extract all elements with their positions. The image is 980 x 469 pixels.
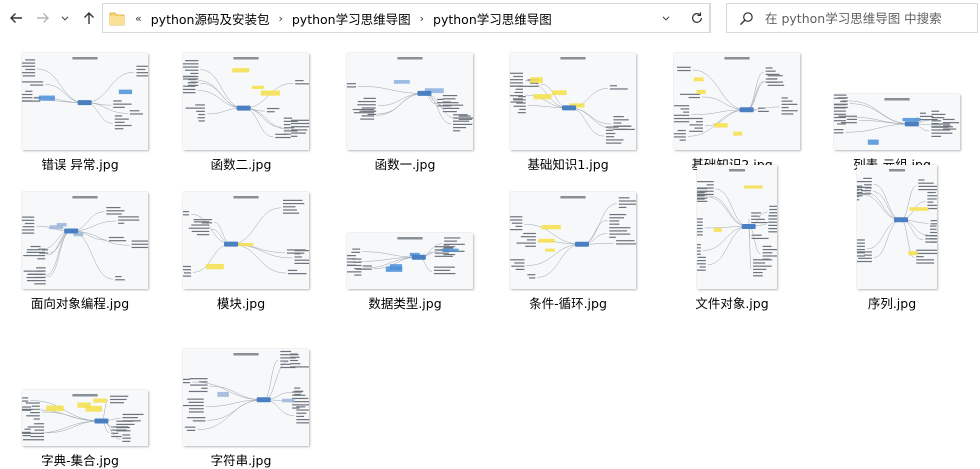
back-arrow-icon	[10, 13, 22, 23]
forward-button[interactable]	[33, 8, 53, 28]
recent-locations-button[interactable]	[58, 8, 72, 28]
explorer-address-bar: « python源码及安装包 › python学习思维导图 › python学习…	[0, 0, 980, 36]
chevron-down-icon	[61, 16, 69, 21]
mindmap-preview	[857, 169, 937, 264]
file-list: 错误 异常.jpg函数二.jpg函数一.jpg基础知识1.jpg基础知识2.jp…	[0, 36, 980, 469]
mindmap-preview	[347, 57, 473, 132]
file-thumbnail[interactable]	[22, 192, 148, 289]
file-name[interactable]: 面向对象编程.jpg	[5, 293, 155, 312]
breadcrumb-item-python-source[interactable]: python源码及安装包	[147, 9, 274, 28]
mindmap-preview	[347, 237, 465, 276]
file-name[interactable]: 字符串.jpg	[166, 450, 316, 469]
file-item[interactable]: 基础知识1.jpg	[493, 40, 643, 190]
search-box[interactable]	[726, 3, 978, 33]
file-thumbnail[interactable]	[510, 53, 636, 150]
search-input[interactable]	[765, 8, 970, 28]
mindmap-preview	[834, 94, 960, 145]
mindmap-preview	[510, 57, 635, 144]
file-name[interactable]: 错误 异常.jpg	[5, 154, 155, 173]
file-name[interactable]: 函数二.jpg	[166, 154, 316, 173]
mindmap-preview	[22, 57, 148, 130]
file-thumbnail[interactable]	[183, 53, 309, 150]
file-item[interactable]: 面向对象编程.jpg	[5, 179, 155, 329]
file-item[interactable]: 序列.jpg	[817, 165, 967, 329]
address-history-button[interactable]	[654, 3, 678, 33]
file-item[interactable]: 文件对象.jpg	[657, 165, 807, 329]
file-thumbnail[interactable]	[183, 192, 309, 289]
chevron-right-icon[interactable]: ›	[273, 12, 287, 25]
chevron-right-icon[interactable]: ›	[415, 12, 429, 25]
forward-arrow-icon	[37, 13, 49, 23]
breadcrumb-item-mindmap-current[interactable]: python学习思维导图	[429, 9, 556, 28]
chevron-down-icon	[662, 16, 670, 21]
file-item[interactable]: 条件-循环.jpg	[493, 179, 643, 329]
folder-icon	[109, 12, 125, 26]
mindmap-preview	[22, 394, 144, 442]
file-thumbnail[interactable]	[510, 192, 636, 289]
file-name[interactable]: 函数一.jpg	[330, 154, 480, 173]
file-name[interactable]: 基础知识1.jpg	[493, 154, 643, 173]
file-item[interactable]: 函数二.jpg	[166, 40, 316, 190]
file-name[interactable]: 模块.jpg	[166, 293, 316, 312]
address-field[interactable]: « python源码及安装包 › python学习思维导图 › python学习…	[102, 3, 710, 33]
refresh-button[interactable]	[683, 3, 711, 33]
file-item[interactable]: 字典-集合.jpg	[5, 336, 155, 469]
breadcrumb: « python源码及安装包 › python学习思维导图 › python学习…	[130, 4, 556, 32]
mindmap-preview	[510, 196, 636, 279]
file-name[interactable]: 字典-集合.jpg	[5, 450, 155, 469]
file-name[interactable]: 文件对象.jpg	[657, 293, 807, 312]
file-item[interactable]: 函数一.jpg	[330, 40, 480, 190]
up-button[interactable]	[79, 8, 99, 28]
up-arrow-icon	[84, 12, 94, 24]
file-item[interactable]: 数据类型.jpg	[330, 179, 480, 329]
mindmap-preview	[697, 169, 777, 277]
mindmap-preview	[22, 196, 148, 285]
file-thumbnail[interactable]	[347, 53, 473, 150]
file-item[interactable]: 错误 异常.jpg	[5, 40, 155, 190]
file-item[interactable]: 字符串.jpg	[166, 336, 316, 469]
file-thumbnail[interactable]	[22, 53, 148, 150]
mindmap-preview	[183, 57, 309, 139]
breadcrumb-overflow[interactable]: «	[130, 12, 147, 25]
file-item[interactable]: 模块.jpg	[166, 179, 316, 329]
refresh-icon	[691, 12, 702, 23]
mindmap-preview	[183, 196, 309, 277]
mindmap-preview	[183, 350, 309, 431]
file-name[interactable]: 条件-循环.jpg	[493, 293, 643, 312]
file-thumbnail[interactable]	[674, 53, 800, 150]
file-thumbnail[interactable]	[183, 349, 309, 446]
file-thumbnail[interactable]	[834, 94, 960, 150]
mindmap-preview	[674, 57, 798, 141]
search-icon	[739, 12, 753, 26]
file-thumbnail[interactable]	[22, 390, 148, 446]
file-thumbnail[interactable]	[697, 165, 777, 289]
file-thumbnail[interactable]	[347, 233, 473, 289]
file-thumbnail[interactable]	[857, 165, 937, 289]
breadcrumb-item-mindmap-parent[interactable]: python学习思维导图	[288, 9, 415, 28]
file-name[interactable]: 数据类型.jpg	[330, 293, 480, 312]
file-name[interactable]: 序列.jpg	[817, 293, 967, 312]
back-button[interactable]	[6, 8, 26, 28]
